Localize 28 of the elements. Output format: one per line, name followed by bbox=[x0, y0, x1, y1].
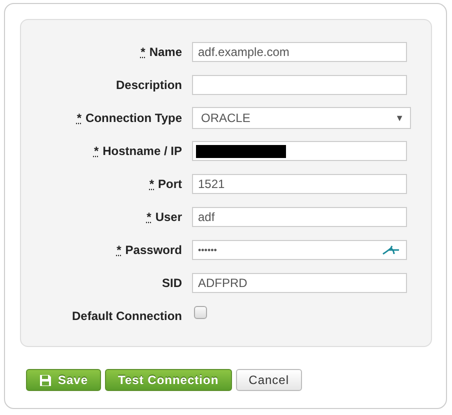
caret-icon: ▼ bbox=[395, 113, 404, 123]
field-label: Connection Type bbox=[86, 111, 182, 125]
required-mark: * bbox=[116, 243, 122, 257]
password-field[interactable]: •••••• bbox=[192, 240, 407, 260]
required-mark: * bbox=[94, 144, 99, 158]
cancel-button[interactable]: Cancel bbox=[236, 369, 302, 391]
connection-type-dropdown[interactable]: ORACLE ▼ bbox=[192, 107, 411, 129]
input-field[interactable]: ADFPRD bbox=[192, 273, 407, 293]
field-label: SID bbox=[162, 276, 182, 290]
input-field[interactable] bbox=[192, 75, 407, 95]
required-mark: * bbox=[76, 111, 82, 125]
field-label: User bbox=[155, 210, 182, 224]
field-label: Password bbox=[125, 243, 182, 257]
field-label: Default Connection bbox=[72, 309, 182, 323]
field-label: Port bbox=[158, 177, 182, 191]
input-field[interactable]: adf bbox=[192, 207, 407, 227]
field-label: Description bbox=[116, 78, 182, 92]
required-mark: * bbox=[140, 45, 146, 59]
input-field[interactable]: 1521 bbox=[192, 174, 407, 194]
key-icon[interactable] bbox=[382, 245, 400, 255]
field-label: Name bbox=[149, 45, 182, 59]
checkbox[interactable] bbox=[194, 306, 207, 319]
required-mark: * bbox=[149, 177, 154, 191]
input-field[interactable]: adf.example.com bbox=[192, 42, 407, 62]
save-icon bbox=[39, 374, 52, 386]
required-mark: * bbox=[146, 210, 152, 224]
field-label: Hostname / IP bbox=[102, 144, 182, 158]
input-field[interactable] bbox=[192, 141, 407, 161]
